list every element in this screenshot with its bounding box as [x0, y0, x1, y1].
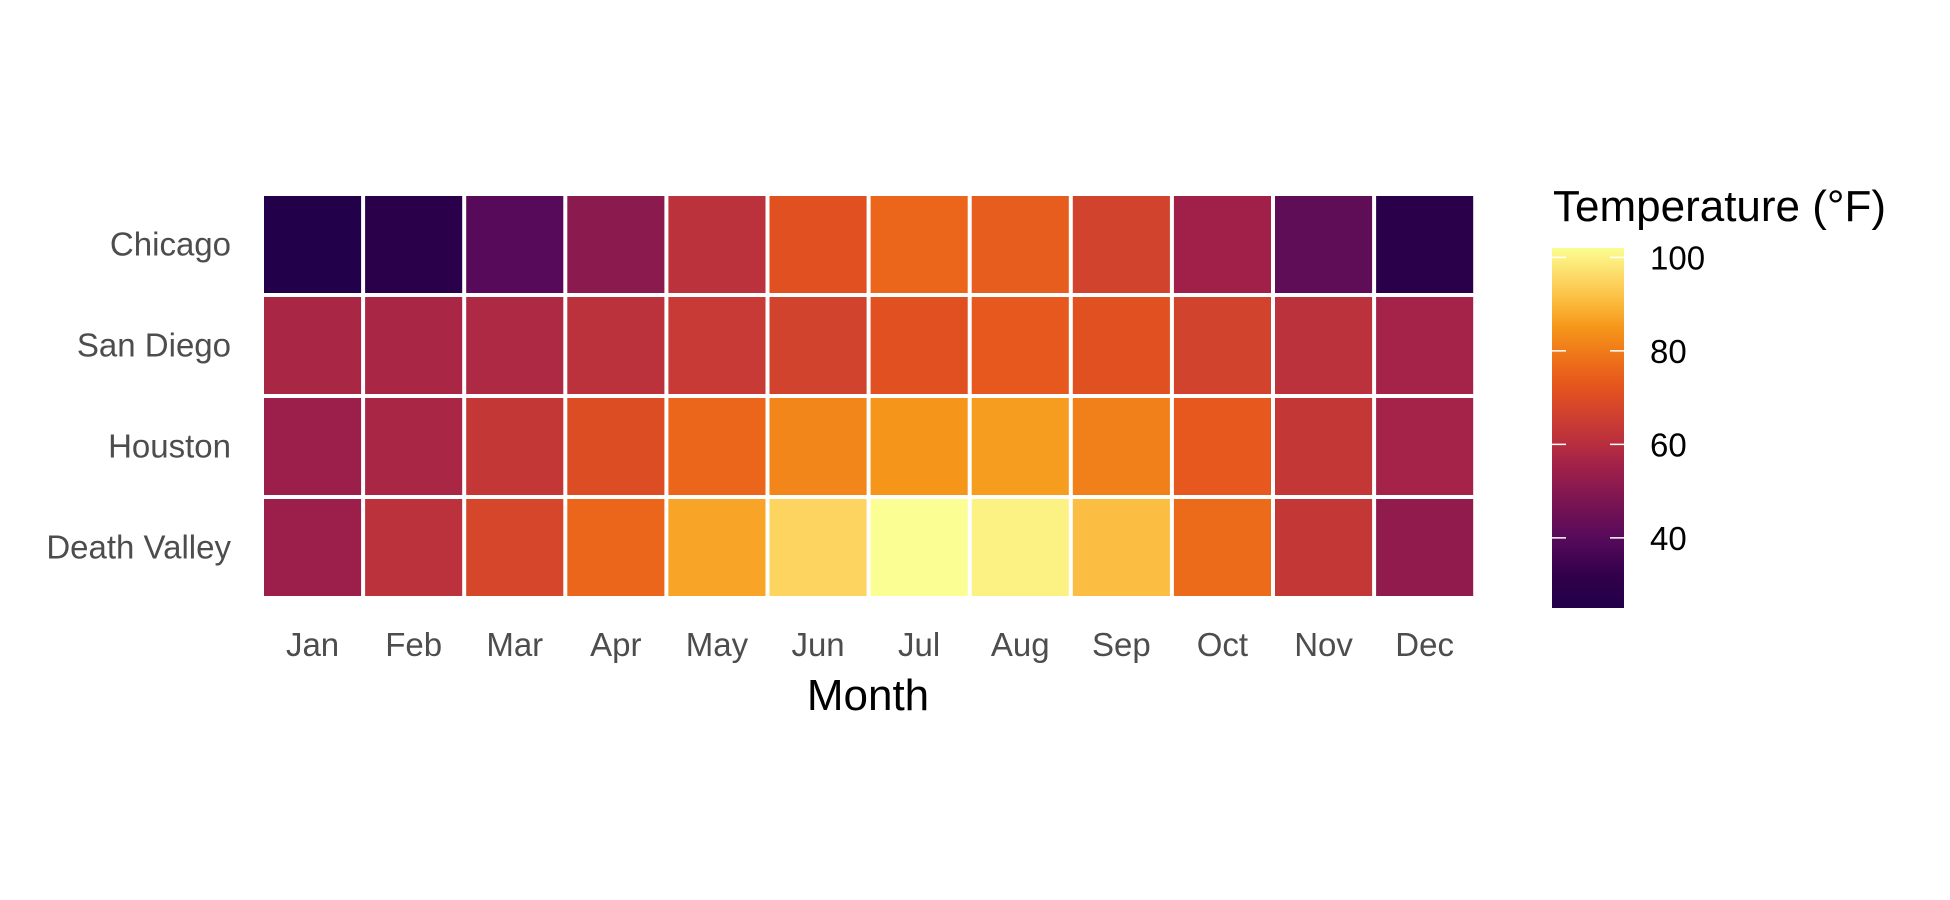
heatmap-cell-chicago-jun — [769, 196, 867, 293]
y-axis-tick-labels: Chicago San Diego Houston Death Valley — [46, 226, 231, 566]
legend-title: Temperature (°F) — [1553, 182, 1886, 231]
x-tick-label: Jan — [286, 626, 339, 663]
heatmap-cell-death-valley-jul — [870, 499, 968, 596]
x-axis-title: Month — [807, 671, 929, 720]
heatmap-cell-chicago-feb — [365, 196, 463, 293]
heatmap-cell-houston-apr — [567, 398, 665, 495]
heatmap-cell-death-valley-mar — [466, 499, 564, 596]
heatmap-cell-chicago-aug — [971, 196, 1069, 293]
heatmap-cell-san-diego-feb — [365, 297, 463, 394]
legend-tick-label: 40 — [1650, 520, 1687, 557]
heatmap-cell-houston-sep — [1072, 398, 1170, 495]
heatmap-cell-death-valley-may — [668, 499, 766, 596]
heatmap-cell-houston-oct — [1173, 398, 1271, 495]
heatmap-cell-death-valley-sep — [1072, 499, 1170, 596]
color-legend: Temperature (°F) 40 60 80 100 — [1552, 182, 1886, 608]
heatmap-cell-houston-may — [668, 398, 766, 495]
heatmap-cell-death-valley-feb — [365, 499, 463, 596]
heatmap-cell-chicago-nov — [1275, 196, 1373, 293]
y-tick-label: San Diego — [77, 327, 231, 364]
heatmap-cell-chicago-sep — [1072, 196, 1170, 293]
heatmap-cell-san-diego-dec — [1376, 297, 1474, 394]
heatmap-cell-houston-jan — [264, 398, 362, 495]
heatmap-cells — [264, 196, 1474, 596]
x-tick-label: Nov — [1294, 626, 1353, 663]
heatmap-cell-death-valley-dec — [1376, 499, 1474, 596]
heatmap-cell-houston-nov — [1275, 398, 1373, 495]
x-tick-label: Jul — [898, 626, 940, 663]
heatmap-cell-death-valley-apr — [567, 499, 665, 596]
heatmap-cell-san-diego-jan — [264, 297, 362, 394]
heatmap-cell-houston-jun — [769, 398, 867, 495]
x-tick-label: Oct — [1197, 626, 1248, 663]
heatmap-cell-san-diego-nov — [1275, 297, 1373, 394]
x-tick-label: Mar — [486, 626, 543, 663]
x-tick-label: Sep — [1092, 626, 1151, 663]
heatmap-cell-chicago-mar — [466, 196, 564, 293]
heatmap-cell-death-valley-nov — [1275, 499, 1373, 596]
x-tick-label: Dec — [1395, 626, 1454, 663]
heatmap-cell-death-valley-jan — [264, 499, 362, 596]
heatmap-cell-san-diego-jul — [870, 297, 968, 394]
heatmap-cell-chicago-jan — [264, 196, 362, 293]
x-tick-label: Apr — [590, 626, 641, 663]
heatmap-cell-san-diego-apr — [567, 297, 665, 394]
legend-colorbar — [1552, 248, 1624, 608]
x-tick-label: Feb — [385, 626, 442, 663]
heatmap-cell-san-diego-oct — [1173, 297, 1271, 394]
heatmap-cell-san-diego-aug — [971, 297, 1069, 394]
heatmap-cell-chicago-jul — [870, 196, 968, 293]
x-tick-label: Aug — [991, 626, 1050, 663]
heatmap-cell-houston-mar — [466, 398, 564, 495]
heatmap-cell-san-diego-mar — [466, 297, 564, 394]
legend-tick-label: 60 — [1650, 426, 1687, 463]
heatmap-cell-san-diego-jun — [769, 297, 867, 394]
heatmap-cell-houston-aug — [971, 398, 1069, 495]
heatmap-cell-chicago-may — [668, 196, 766, 293]
heatmap-cell-chicago-apr — [567, 196, 665, 293]
heatmap-cell-death-valley-aug — [971, 499, 1069, 596]
heatmap-cell-death-valley-jun — [769, 499, 867, 596]
heatmap-cell-san-diego-may — [668, 297, 766, 394]
heatmap-cell-death-valley-oct — [1173, 499, 1271, 596]
heatmap-cell-houston-feb — [365, 398, 463, 495]
heatmap-cell-san-diego-sep — [1072, 297, 1170, 394]
x-tick-label: May — [686, 626, 749, 663]
heatmap-cell-chicago-dec — [1376, 196, 1474, 293]
y-tick-label: Houston — [108, 428, 231, 465]
x-tick-label: Jun — [791, 626, 844, 663]
legend-tick-label: 80 — [1650, 333, 1687, 370]
heatmap-cell-houston-jul — [870, 398, 968, 495]
y-tick-label: Chicago — [110, 226, 231, 263]
legend-tick-label: 100 — [1650, 239, 1705, 276]
heatmap-chart: Chicago San Diego Houston Death Valley Jan F… — [46, 182, 1886, 720]
heatmap-cell-houston-dec — [1376, 398, 1474, 495]
x-axis-tick-labels: Jan Feb Mar Apr May Jun Jul Aug Sep Oct Nov Dec — [286, 626, 1454, 663]
heatmap-cell-chicago-oct — [1173, 196, 1271, 293]
y-tick-label: Death Valley — [46, 529, 231, 566]
